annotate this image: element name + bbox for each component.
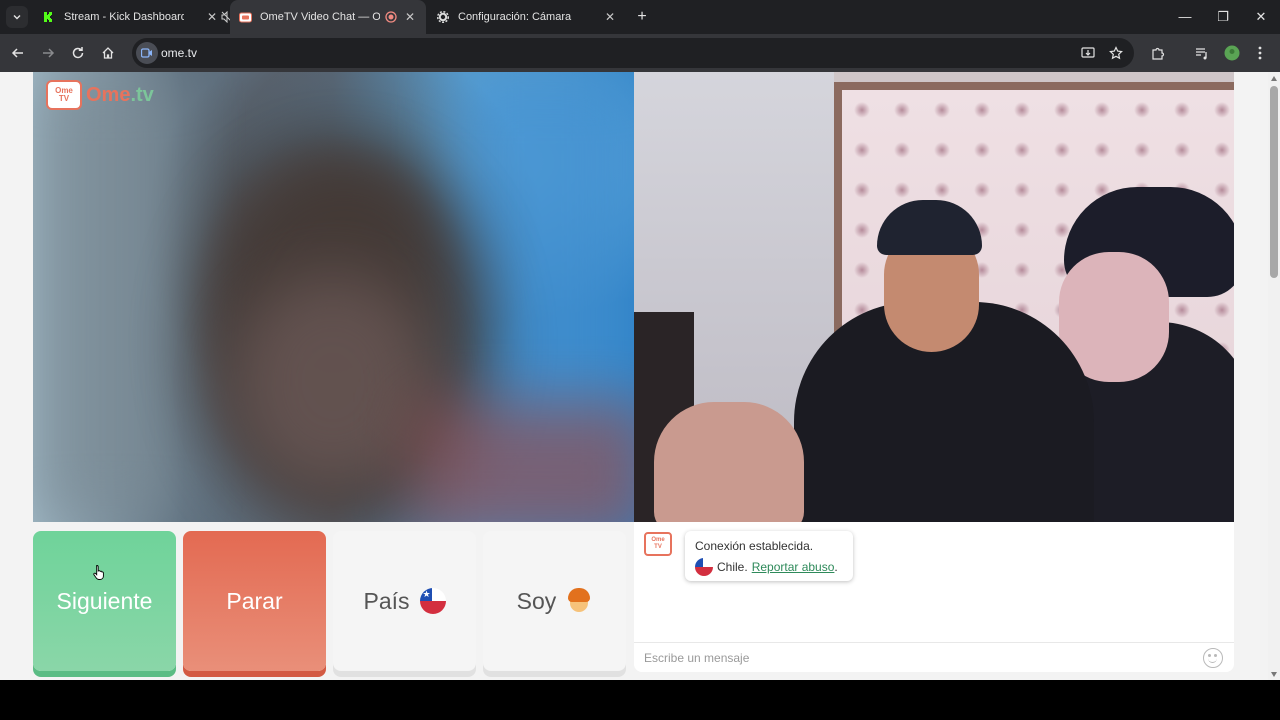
reload-icon xyxy=(72,47,84,59)
country-button-label: País xyxy=(363,587,410,614)
tab-title: OmeTV Video Chat — Ome xyxy=(260,11,380,23)
close-tab-icon[interactable]: ✕ xyxy=(602,9,618,25)
stranger-video: Ome TV Ome.tv xyxy=(33,72,634,522)
minimize-button[interactable]: — xyxy=(1166,0,1204,34)
next-button-label: Siguiente xyxy=(56,587,153,614)
hand-cursor-icon xyxy=(93,565,104,580)
camera-in-use-icon[interactable] xyxy=(136,42,158,64)
connection-status: Conexión establecida. xyxy=(695,539,814,553)
back-button[interactable] xyxy=(8,43,28,63)
scroll-down-icon[interactable] xyxy=(1271,672,1277,677)
tab-title: Stream - Kick Dashboard xyxy=(64,11,184,23)
extensions-button[interactable] xyxy=(1148,43,1168,63)
tab-camera-settings[interactable]: Configuración: Cámara ✕ xyxy=(428,0,626,34)
page-scrollbar[interactable] xyxy=(1268,72,1280,680)
close-window-button[interactable]: ✕ xyxy=(1242,0,1280,34)
tab-search-button[interactable] xyxy=(6,6,28,28)
ometv-logo[interactable]: Ome TV Ome.tv xyxy=(46,80,154,110)
own-camera-video xyxy=(634,72,1234,522)
puzzle-icon xyxy=(1152,47,1165,60)
menu-button[interactable] xyxy=(1250,43,1270,63)
report-abuse-link[interactable]: Reportar abuso xyxy=(752,557,835,577)
ometv-favicon-icon xyxy=(238,10,252,24)
report-suffix: . xyxy=(834,560,838,574)
home-icon xyxy=(102,47,114,59)
scroll-thumb[interactable] xyxy=(1270,86,1278,278)
country-line: Chile. Reportar abuso. xyxy=(695,557,843,577)
chevron-down-icon xyxy=(13,15,21,20)
arrow-left-icon xyxy=(11,48,23,58)
chile-flag-icon xyxy=(695,558,713,576)
kebab-menu-icon xyxy=(1258,46,1262,60)
message-input[interactable] xyxy=(644,650,1184,666)
country-button[interactable]: País ★ xyxy=(333,531,476,671)
stop-button[interactable]: Parar xyxy=(183,531,326,671)
tab-strip: Stream - Kick Dashboard ✕ OmeTV Video Ch… xyxy=(0,0,1280,34)
url-text: ome.tv xyxy=(161,46,198,60)
tab-kick-dashboard[interactable]: Stream - Kick Dashboard ✕ xyxy=(34,0,233,34)
install-icon xyxy=(1081,47,1095,58)
ometv-page: Ome TV Ome.tv Siguiente Parar País ★ Soy … xyxy=(0,72,1268,680)
chile-flag-icon: ★ xyxy=(419,588,446,614)
emoji-picker-icon[interactable] xyxy=(1203,648,1223,668)
scroll-up-icon[interactable] xyxy=(1271,76,1277,81)
star-icon xyxy=(1109,46,1123,60)
profile-button[interactable] xyxy=(1222,43,1242,63)
chat-panel: Ome TV Conexión establecida. Chile. Repor… xyxy=(634,522,1234,672)
gear-icon xyxy=(436,10,450,24)
home-button[interactable] xyxy=(98,43,118,63)
close-tab-icon[interactable]: ✕ xyxy=(402,9,418,25)
boy-emoji-icon xyxy=(566,588,592,614)
media-queue-icon xyxy=(1196,48,1207,60)
stop-button-label: Parar xyxy=(226,587,283,614)
address-bar[interactable]: ome.tv xyxy=(132,38,1134,68)
country-name: Chile. xyxy=(717,560,748,574)
gender-button[interactable]: Soy xyxy=(483,531,626,671)
chat-input-area xyxy=(634,642,1234,672)
system-message: Conexión establecida. Chile. Reportar ab… xyxy=(685,531,853,581)
kick-logo-icon xyxy=(42,10,56,24)
media-control-button[interactable] xyxy=(1192,43,1212,63)
forward-button[interactable] xyxy=(38,43,58,63)
gender-button-label: Soy xyxy=(516,587,557,614)
ometv-avatar-icon: Ome TV xyxy=(644,532,672,556)
browser-toolbar: ome.tv xyxy=(0,34,1280,72)
arrow-right-icon xyxy=(43,48,55,58)
tab-ometv[interactable]: OmeTV Video Chat — Ome ✕ xyxy=(230,0,426,34)
tab-title: Configuración: Cámara xyxy=(458,11,572,23)
close-tab-icon[interactable]: ✕ xyxy=(204,9,220,25)
bookmark-button[interactable] xyxy=(1106,43,1126,63)
next-button[interactable]: Siguiente xyxy=(33,531,176,671)
logo-text: Ome.tv xyxy=(86,83,154,106)
new-tab-button[interactable]: + xyxy=(632,7,652,27)
avatar-icon xyxy=(1224,45,1240,61)
reload-button[interactable] xyxy=(68,43,88,63)
install-app-button[interactable] xyxy=(1078,43,1098,63)
tv-logo-icon: Ome TV xyxy=(46,80,82,110)
recording-icon xyxy=(384,10,398,24)
restore-button[interactable]: ❐ xyxy=(1204,0,1242,34)
